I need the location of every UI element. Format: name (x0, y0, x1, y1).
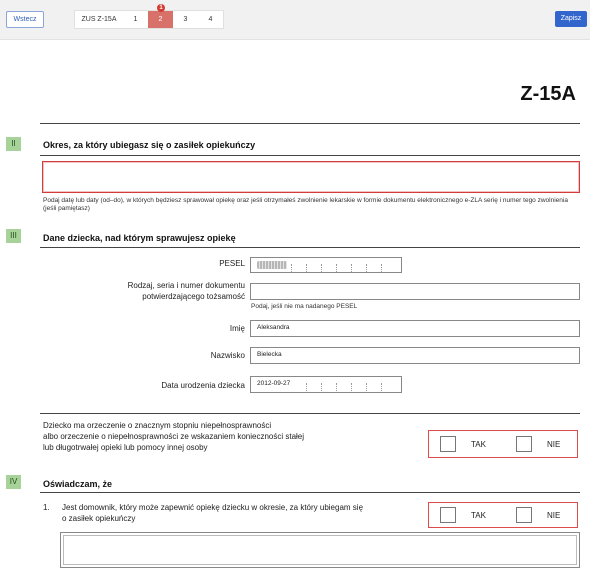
last-name-label: Nazwisko (210, 351, 245, 360)
document-label-line: Rodzaj, seria i numer dokumentu (127, 281, 245, 290)
disability-question: Dziecko ma orzeczenie o znacznym stopniu… (43, 420, 423, 453)
section-divider (40, 492, 580, 493)
tab-page-1[interactable]: 1 (123, 11, 148, 28)
statement-line: Jest domownik, który może zapewnić opiek… (62, 503, 364, 512)
period-hint: Podaj datę lub daty (od–do), w których b… (43, 197, 568, 212)
last-name-input[interactable]: Bielecka (250, 347, 580, 364)
question-line: lub długotrwałej opieki lub pomocy innej… (43, 443, 208, 452)
tab-form[interactable]: ZUS Z-15A (75, 11, 123, 28)
first-name-input[interactable]: Aleksandra (250, 320, 580, 337)
tab-page-4[interactable]: 4 (198, 11, 223, 28)
no-checkbox[interactable] (516, 507, 532, 523)
statement-choice-group: TAK NIE (428, 502, 578, 528)
page-tabs: ZUS Z-15A 1 2 1 3 4 (74, 4, 224, 29)
document-hint: Podaj, jeśli nie ma nadanego PESEL (251, 303, 358, 310)
save-button[interactable]: Zapisz (555, 11, 587, 27)
yes-label: TAK (471, 440, 486, 449)
tab-page-2[interactable]: 2 1 (148, 4, 173, 28)
top-toolbar: Wstecz ZUS Z-15A 1 2 1 3 4 Zapisz (0, 0, 590, 40)
section-divider (40, 247, 580, 248)
masked-pesel-value (257, 261, 287, 269)
birth-date-label: Data urodzenia dziecka (161, 381, 245, 390)
document-label: Rodzaj, seria i numer dokumentu potwierd… (60, 280, 245, 302)
document-label-line: potwierdzającego tożsamość (142, 292, 245, 301)
disability-choice-group: TAK NIE (428, 430, 578, 458)
no-checkbox[interactable] (516, 436, 532, 452)
statement-text: Jest domownik, który może zapewnić opiek… (62, 502, 432, 524)
no-label: NIE (547, 440, 561, 449)
section-title: Oświadczam, że (43, 479, 113, 489)
section-title: Dane dziecka, nad którym sprawujesz opie… (43, 233, 236, 243)
document-input[interactable] (250, 283, 580, 300)
section-number-badge: IV (6, 475, 21, 489)
birth-date-value: 2012-09-27 (257, 380, 291, 387)
section-divider (40, 155, 580, 156)
tab-label: 2 (158, 16, 163, 23)
back-button[interactable]: Wstecz (6, 11, 44, 28)
statement-line: o zasiłek opiekuńczy (62, 514, 136, 523)
question-line: albo orzeczenie o niepełnosprawności ze … (43, 432, 305, 441)
first-name-label: Imię (229, 324, 245, 333)
section-title: Okres, za który ubiegasz się o zasiłek o… (43, 140, 256, 150)
question-divider (40, 413, 580, 414)
pesel-label: PESEL (219, 259, 245, 268)
section-number-badge: III (6, 229, 21, 243)
statement-number: 1. (43, 503, 50, 512)
statement-details-textarea[interactable] (60, 532, 580, 568)
yes-checkbox[interactable] (440, 507, 456, 523)
yes-label: TAK (471, 511, 486, 520)
error-count-badge: 1 (157, 4, 165, 12)
yes-checkbox[interactable] (440, 436, 456, 452)
form-code-title: Z-15A (520, 83, 576, 105)
header-divider (40, 123, 580, 124)
period-input[interactable] (42, 161, 580, 193)
section-number-badge: II (6, 137, 21, 151)
pesel-input[interactable] (250, 257, 402, 273)
no-label: NIE (547, 511, 561, 520)
birth-date-input[interactable]: 2012-09-27 (250, 376, 402, 393)
tab-page-3[interactable]: 3 (173, 11, 198, 28)
question-line: Dziecko ma orzeczenie o znacznym stopniu… (43, 421, 272, 430)
